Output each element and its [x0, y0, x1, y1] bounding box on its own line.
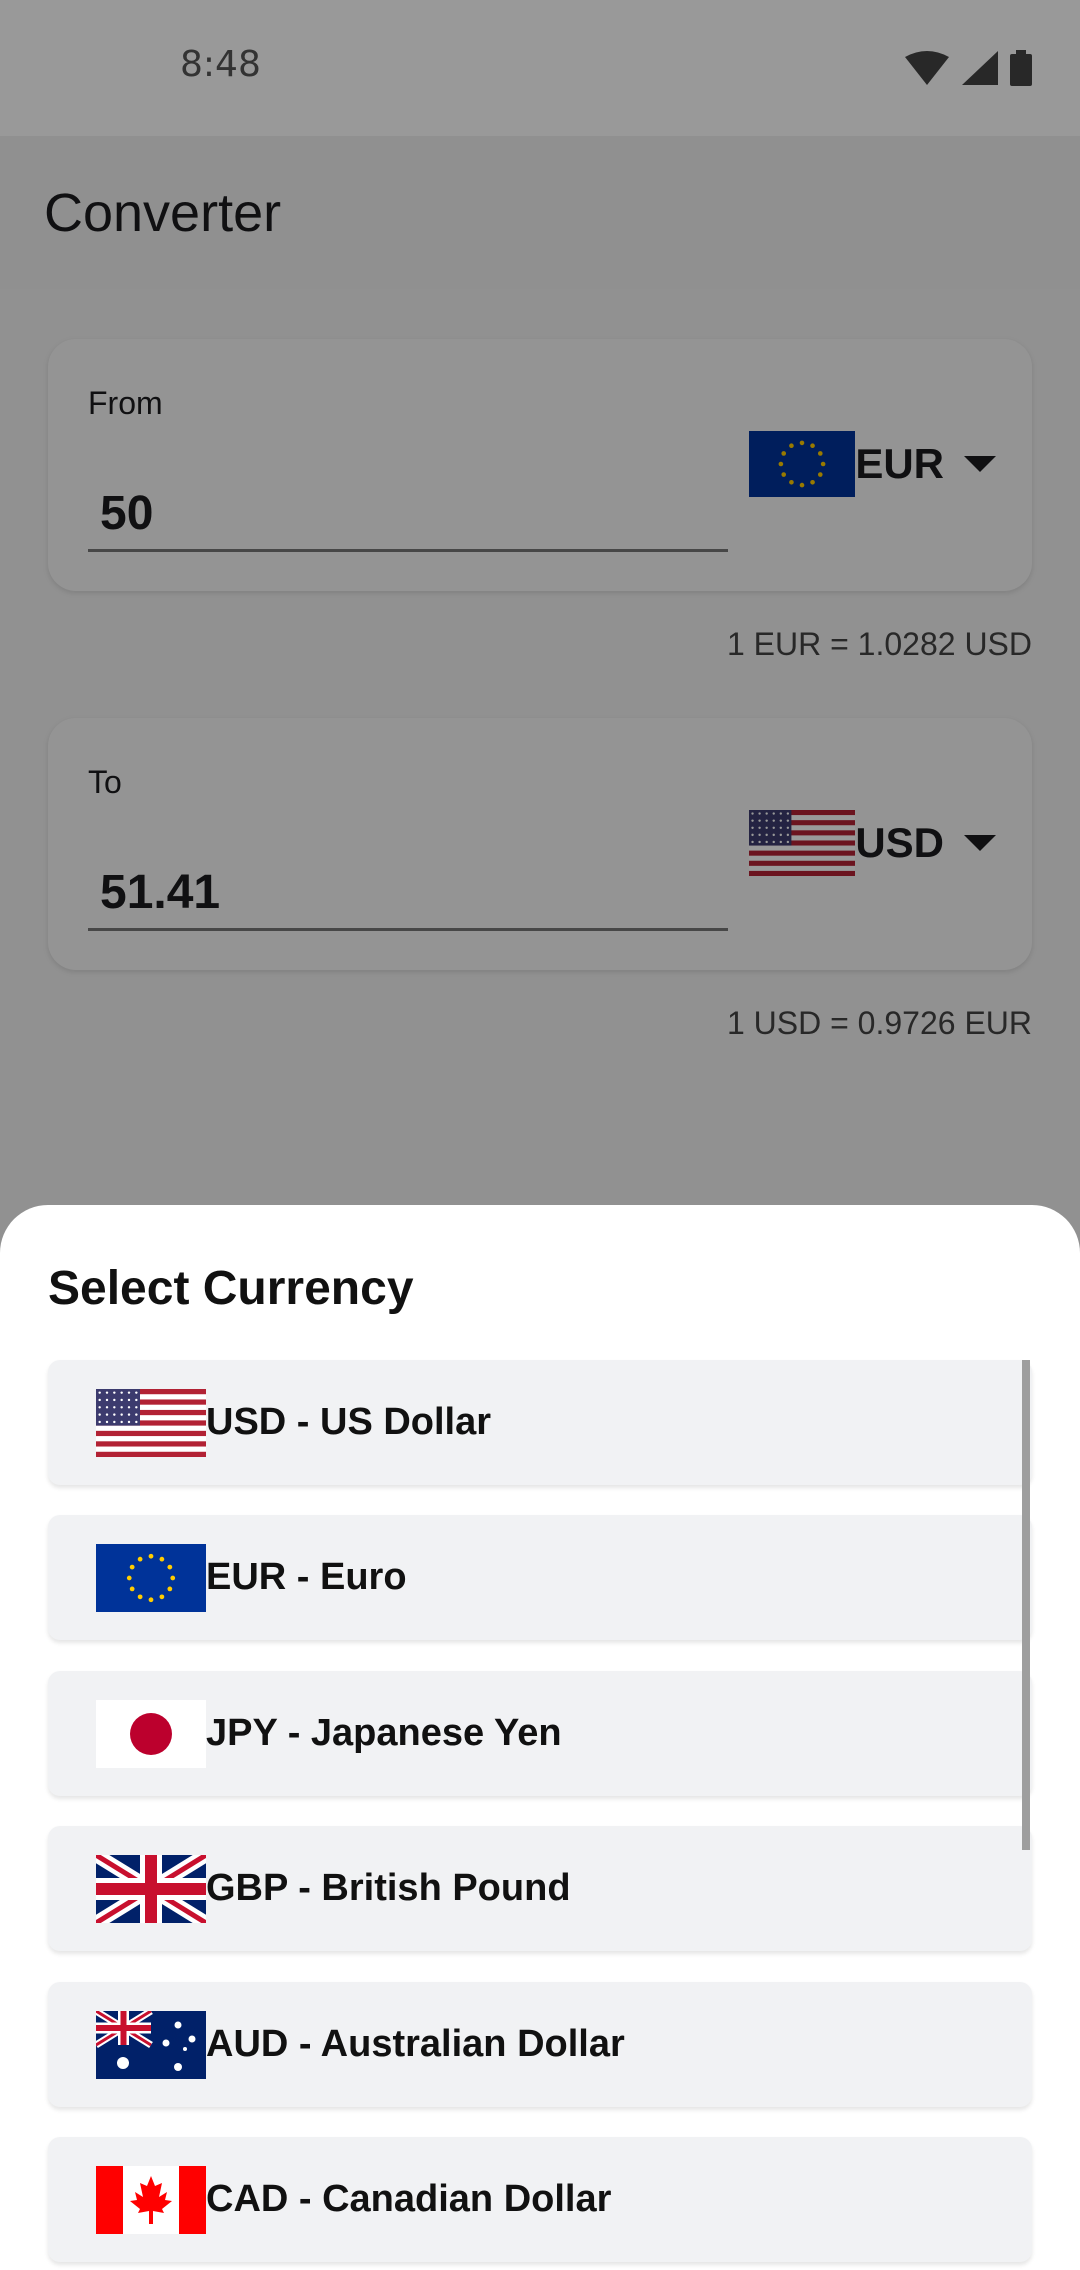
currency-item-cad[interactable]: CAD - Canadian Dollar: [48, 2137, 1032, 2262]
currency-item-eur[interactable]: EUR - Euro: [48, 1515, 1032, 1640]
currency-item-label: USD - US Dollar: [206, 1401, 492, 1443]
australia-flag-icon: [96, 2010, 206, 2079]
currency-item-label: CAD - Canadian Dollar: [206, 2178, 612, 2220]
currency-item-usd[interactable]: USD - US Dollar: [48, 1360, 1032, 1485]
uk-flag-icon: [96, 1854, 206, 1923]
currency-item-label: AUD - Australian Dollar: [206, 2023, 625, 2065]
japan-flag-icon: [96, 1699, 206, 1768]
currency-item-label: JPY - Japanese Yen: [206, 1712, 562, 1754]
canada-flag-icon: [96, 2165, 206, 2234]
currency-item-label: EUR - Euro: [206, 1556, 407, 1598]
currency-item-aud[interactable]: AUD - Australian Dollar: [48, 1982, 1032, 2107]
list-scrollbar[interactable]: [1022, 1360, 1030, 1850]
currency-item-gbp[interactable]: GBP - British Pound: [48, 1826, 1032, 1951]
currency-bottom-sheet: Select Currency USD - US Dollar EUR - Eu…: [0, 1205, 1080, 2270]
currency-item-jpy[interactable]: JPY - Japanese Yen: [48, 1671, 1032, 1796]
us-flag-icon: [96, 1388, 206, 1457]
eu-flag-icon: [96, 1543, 206, 1612]
currency-item-label: GBP - British Pound: [206, 1867, 571, 1909]
sheet-title: Select Currency: [48, 1262, 414, 1315]
